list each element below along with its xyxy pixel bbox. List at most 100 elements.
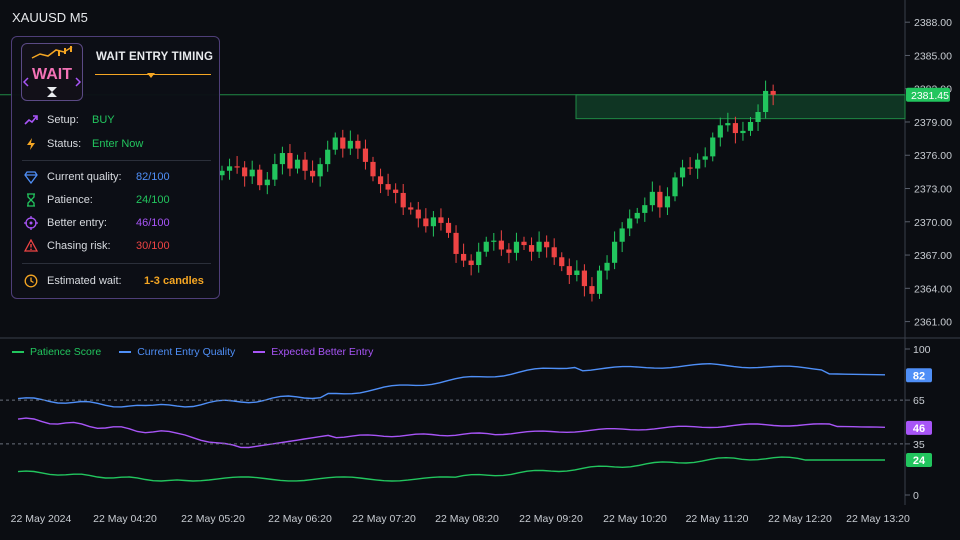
time-tick-label: 22 May 2024 [11,513,72,525]
time-tick-label: 22 May 06:20 [268,513,332,525]
candle-body [612,241,618,263]
candle-body [468,260,474,266]
candle-body [559,257,565,267]
legend-swatch [253,351,266,353]
candle-body [400,192,406,208]
candle-body [596,270,603,294]
candle-body [536,241,542,252]
quality-value-badge-label: 82 [913,370,925,382]
price-tick-label: 2361.00 [914,317,952,329]
price-tick-label: 2367.00 [914,250,952,262]
price-tick-label: 2373.00 [914,184,952,196]
candle-body [672,177,678,197]
candle-body [272,164,278,180]
candle-body [264,179,270,186]
setup-label: Setup: [47,114,79,126]
candle-body [521,241,527,246]
setup-row: Setup: BUY [24,112,115,128]
time-tick-label: 22 May 04:20 [93,513,157,525]
candle-body [461,253,467,261]
better-entry-value: 46/100 [136,217,170,229]
candle-body [581,270,587,287]
legend-item-quality[interactable]: Current Entry Quality [119,346,235,358]
candle-body [627,218,633,229]
candle-body [604,262,610,271]
quality-label: Current quality: [47,171,122,183]
legend-label: Expected Better Entry [271,346,374,358]
indicator-tick-label: 65 [913,395,925,407]
candle-body [513,241,520,253]
candle-body [279,153,285,165]
title-caret-icon [147,73,155,78]
legend-item-better-entry[interactable]: Expected Better Entry [253,346,373,358]
candle-body [310,170,316,177]
candle-body [370,161,376,177]
candle-body [710,137,716,157]
candle-body [219,170,225,176]
candle-body [763,90,769,112]
candle-body [528,245,535,252]
chasing-risk-value: 30/100 [136,240,170,252]
candle-body [702,156,708,160]
candle-body [483,241,489,252]
better-entry-row: Better entry: 46/100 [24,215,170,231]
warning-icon [24,239,38,252]
legend-item-patience[interactable]: Patience Score [12,346,101,358]
candle-body [740,130,746,134]
divider [22,160,211,161]
candle-body [257,169,263,186]
candle-body [415,209,421,219]
better-entry-value-badge-label: 46 [913,423,925,435]
candle-body [393,189,399,193]
candle-body [589,286,595,294]
candle-body [355,140,361,149]
candle-body [717,125,723,138]
price-tick-label: 2379.00 [914,117,952,129]
candle-body [491,240,497,242]
candle-body [664,196,671,208]
candle-body [687,167,693,169]
time-tick-label: 22 May 12:20 [768,513,832,525]
price-tick-label: 2388.00 [914,17,952,29]
wait-entry-panel: WAIT WAIT ENTRY TIMING Setup: BUY Status… [11,36,220,299]
logo-text: WAIT [32,66,72,83]
chasing-risk-label: Chasing risk: [47,240,111,252]
time-tick-label: 22 May 13:20 [846,513,910,525]
candle-body [657,191,663,208]
candle-body [649,191,655,206]
status-label: Status: [47,138,82,150]
candle-body [438,217,444,223]
indicator-legend: Patience Score Current Entry Quality Exp… [12,346,373,358]
price-tick-label: 2364.00 [914,283,952,295]
patience-label: Patience: [47,194,93,206]
candle-body [679,167,686,178]
price-tick-label: 2376.00 [914,150,952,162]
hourglass-icon [27,193,35,207]
candle-body [226,166,233,171]
diamond-icon [24,171,38,184]
indicator-tick-label: 100 [913,344,931,356]
status-value: Enter Now [92,138,144,150]
candle-body [755,112,761,122]
candle-body [347,140,353,149]
candle-body [770,90,776,95]
divider [22,263,211,264]
candle-body [544,241,550,248]
indicator-tick-label: 0 [913,490,919,502]
candle-body [445,222,452,233]
candle-body [453,232,459,254]
candle-body [362,148,369,162]
candle-body [551,247,557,258]
crosshair-icon [24,216,38,230]
candle-body [695,159,701,169]
estimated-wait-value: 1-3 candles [144,275,204,287]
candle-body [619,228,625,242]
candle-body [430,217,436,227]
legend-swatch [12,351,24,353]
candle-body [566,266,572,276]
time-tick-label: 22 May 09:20 [519,513,583,525]
candle-body [506,249,512,253]
candle-body [423,218,429,227]
candle-body [408,207,414,210]
clock-icon [24,274,38,288]
